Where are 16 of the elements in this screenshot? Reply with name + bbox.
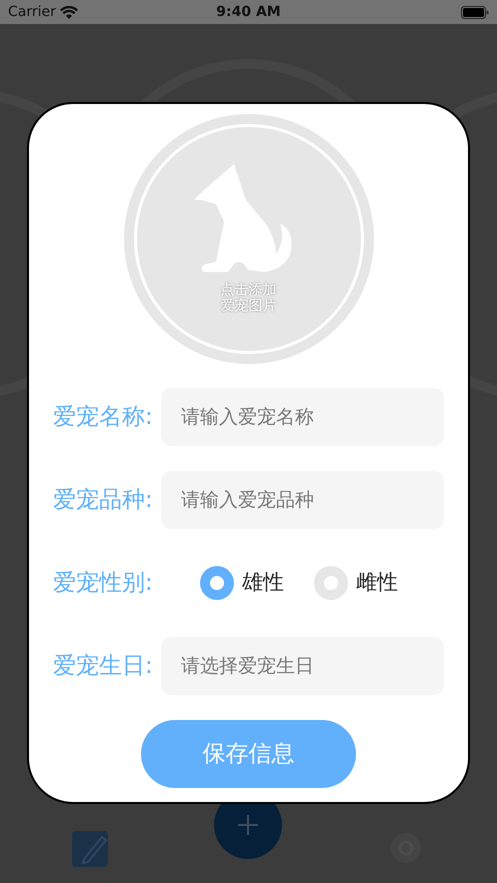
edit-icon[interactable] bbox=[72, 829, 110, 867]
wifi-icon bbox=[60, 6, 78, 18]
radio-label[interactable]: 雄性 bbox=[242, 567, 284, 599]
field-label: 爱宠名称: bbox=[53, 402, 154, 432]
input-field[interactable]: 请输入爱宠品种 bbox=[161, 471, 444, 529]
input-field[interactable]: 请选择爱宠生日 bbox=[161, 637, 444, 695]
carrier-label: Carrier bbox=[8, 2, 56, 22]
radio-button[interactable] bbox=[314, 566, 348, 600]
radio-button[interactable] bbox=[200, 566, 234, 600]
input-field[interactable]: 请输入爱宠名称 bbox=[161, 388, 444, 446]
battery-icon bbox=[461, 6, 489, 18]
time-label: 9:40 AM bbox=[216, 2, 281, 22]
field-label: 爱宠品种: bbox=[53, 486, 154, 515]
field-label: 爱宠性别: bbox=[53, 568, 154, 598]
radio-label[interactable]: 雌性 bbox=[356, 567, 398, 599]
field-label: 爱宠生日: bbox=[53, 652, 154, 681]
